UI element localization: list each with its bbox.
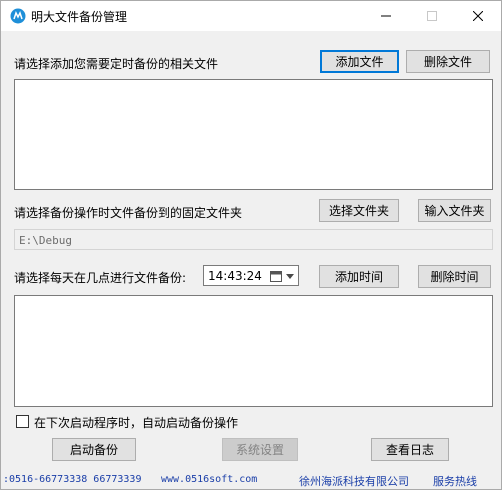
time-value: 14:43:24 xyxy=(208,268,262,283)
folder-prompt: 请选择备份操作时文件备份到的固定文件夹 xyxy=(14,206,243,220)
footer-company: 徐州海派科技有限公司 xyxy=(299,475,409,488)
delete-time-button[interactable]: 删除时间 xyxy=(418,265,491,288)
footer-website[interactable]: www.0516soft.com xyxy=(161,474,257,485)
minimize-icon xyxy=(381,15,391,17)
system-settings-button: 系统设置 xyxy=(222,438,298,461)
autostart-checkbox[interactable] xyxy=(16,415,29,428)
close-button[interactable] xyxy=(455,1,501,31)
time-list[interactable] xyxy=(14,295,493,407)
app-icon xyxy=(10,8,26,24)
files-prompt: 请选择添加您需要定时备份的相关文件 xyxy=(14,57,219,71)
footer-phones: :0516-66773338 66773339 xyxy=(3,474,142,485)
folder-path-field: E:\Debug xyxy=(14,229,493,250)
chevron-down-icon[interactable] xyxy=(286,274,294,279)
maximize-button[interactable] xyxy=(409,1,455,31)
choose-folder-button[interactable]: 选择文件夹 xyxy=(319,199,399,222)
minimize-button[interactable] xyxy=(363,1,409,31)
time-picker[interactable]: 14:43:24 xyxy=(203,265,299,286)
schedule-prompt: 请选择每天在几点进行文件备份: xyxy=(14,271,187,285)
add-file-button[interactable]: 添加文件 xyxy=(320,50,399,73)
file-list[interactable] xyxy=(14,79,493,190)
app-window: 明大文件备份管理 请选择添加您需要定时备份的相关文件 添加文件 删除文件 请选择… xyxy=(0,0,502,490)
view-log-button[interactable]: 查看日志 xyxy=(371,438,449,461)
delete-file-button[interactable]: 删除文件 xyxy=(406,50,490,73)
calendar-icon xyxy=(270,271,282,282)
start-backup-button[interactable]: 启动备份 xyxy=(52,438,136,461)
maximize-icon xyxy=(427,11,437,21)
window-title: 明大文件备份管理 xyxy=(31,10,128,24)
input-folder-button[interactable]: 输入文件夹 xyxy=(418,199,491,222)
add-time-button[interactable]: 添加时间 xyxy=(319,265,399,288)
close-icon xyxy=(473,11,483,21)
footer-hotline: 服务热线 xyxy=(433,475,477,488)
title-bar[interactable]: 明大文件备份管理 xyxy=(1,1,501,31)
autostart-label: 在下次启动程序时，自动启动备份操作 xyxy=(34,416,239,430)
